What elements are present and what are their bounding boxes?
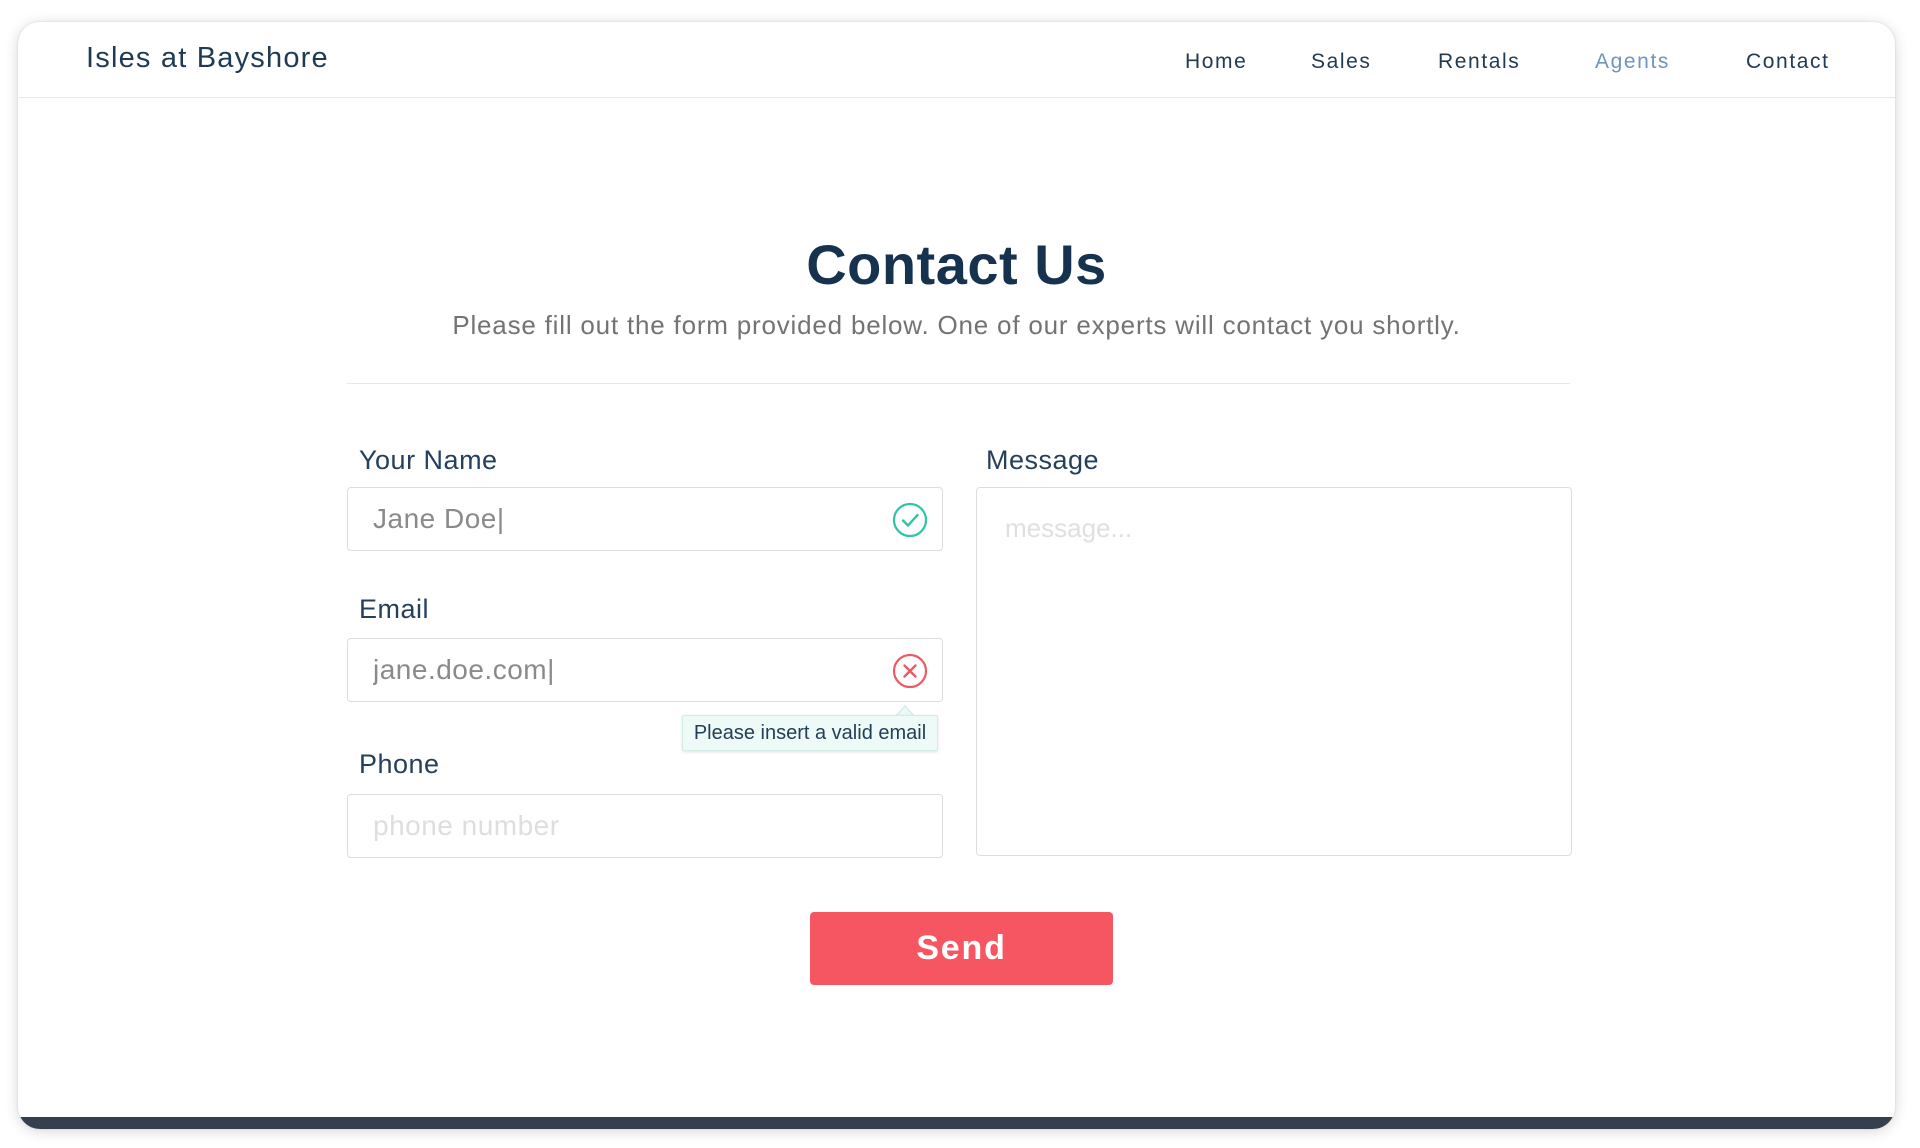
email-label: Email <box>359 594 430 624</box>
email-field <box>347 638 943 702</box>
section-divider <box>347 383 1570 384</box>
nav-contact[interactable]: Contact <box>1746 50 1830 74</box>
footer-bar <box>18 1117 1895 1129</box>
phone-field <box>347 794 943 858</box>
nav-agents[interactable]: Agents <box>1595 50 1670 74</box>
nav-home[interactable]: Home <box>1185 50 1247 74</box>
x-circle-icon <box>892 653 928 689</box>
message-field <box>976 487 1572 856</box>
phone-input[interactable] <box>348 795 942 857</box>
nav-rentals[interactable]: Rentals <box>1438 50 1520 74</box>
name-input[interactable] <box>348 488 942 550</box>
page-subtitle: Please fill out the form provided below.… <box>452 310 1461 340</box>
navbar: Isles at Bayshore Home Sales Rentals Age… <box>18 22 1895 98</box>
phone-label: Phone <box>359 749 440 779</box>
check-circle-icon <box>892 502 928 538</box>
email-input[interactable] <box>348 639 942 701</box>
browser-window: Isles at Bayshore Home Sales Rentals Age… <box>18 22 1895 1129</box>
brand-logo[interactable]: Isles at Bayshore <box>86 42 329 75</box>
name-label: Your Name <box>359 445 498 475</box>
send-button[interactable]: Send <box>810 912 1113 985</box>
page-title: Contact Us <box>806 233 1107 296</box>
message-label: Message <box>986 445 1100 475</box>
email-error-tooltip: Please insert a valid email <box>682 715 938 751</box>
nav-sales[interactable]: Sales <box>1311 50 1372 74</box>
name-field <box>347 487 943 551</box>
message-textarea[interactable] <box>977 488 1571 855</box>
